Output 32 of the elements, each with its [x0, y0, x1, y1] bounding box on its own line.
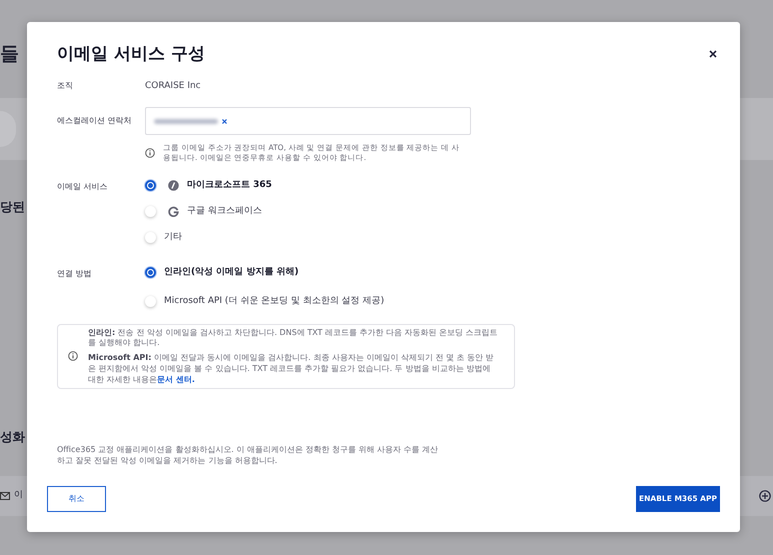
doc-center-link[interactable]: 문서 센터.	[157, 374, 195, 384]
cancel-button[interactable]: 취소	[47, 486, 106, 512]
option-label: 인라인(악성 이메일 방지를 위해)	[164, 266, 299, 279]
google-g-icon	[168, 206, 179, 217]
field-label: 조직	[57, 80, 74, 92]
field-label: 연결 방법	[57, 268, 92, 278]
row-label: 이	[14, 489, 23, 502]
mail-icon	[0, 492, 10, 500]
option-label: 마이크로소프트 365	[187, 178, 272, 192]
remove-icon[interactable]	[222, 118, 227, 124]
add-icon[interactable]	[759, 490, 771, 502]
note-text: Office365 교정 애플리케이션을 활성화하십시오. 이 애플리케이션은 정확한 청구를 위해 사용자 수를 계산하고 잘못 전달된 악성 이메일을 제거하는 기능을 허용합니다.	[57, 444, 440, 466]
section-heading: 당된	[0, 199, 25, 214]
info-paragraph: Microsoft API: 이메일 전달과 동시에 이메일을 검사합니다. 최종 사용자는 이메일이 삭제되기 전 몇 초 동안 받은 편지함에서 악성 이메일을 볼 수 있습니다. TXT 레코드를 추가할 필요가 없습니다. 두 방법을 비교하는 방법에 대한 자세한 내용은문서 센터.	[88, 353, 495, 386]
close-button[interactable]	[709, 50, 717, 58]
connection-radio[interactable]	[145, 267, 156, 278]
info-paragraph: 인라인: 전송 전 악성 이메일을 검사하고 차단합니다. DNS에 TXT 레코드를 추가한 다음 자동화된 온보딩 스크립트를 실행해야 합니다.	[88, 328, 499, 350]
option-label: Microsoft API (더 쉬운 온보딩 및 최소한의 설정 제공)	[164, 294, 384, 308]
contact-field[interactable]	[145, 107, 471, 135]
logo-icon	[168, 180, 179, 191]
connection-radio[interactable]	[145, 296, 156, 307]
info-icon	[68, 351, 78, 362]
field-label: 이메일 서비스	[57, 182, 108, 190]
field-value: CORAISE Inc	[145, 80, 201, 92]
field-label: 에스컬레이션 연락처	[57, 116, 132, 125]
info-icon	[145, 148, 155, 158]
page-heading: 들	[0, 43, 19, 65]
section-heading: 성화	[0, 429, 25, 444]
dialog-title: 이메일 서비스 구성	[57, 43, 205, 66]
option-label: 구글 워크스페이스	[187, 204, 262, 218]
redacted-email	[154, 118, 218, 124]
option-label: 기타	[164, 230, 182, 244]
